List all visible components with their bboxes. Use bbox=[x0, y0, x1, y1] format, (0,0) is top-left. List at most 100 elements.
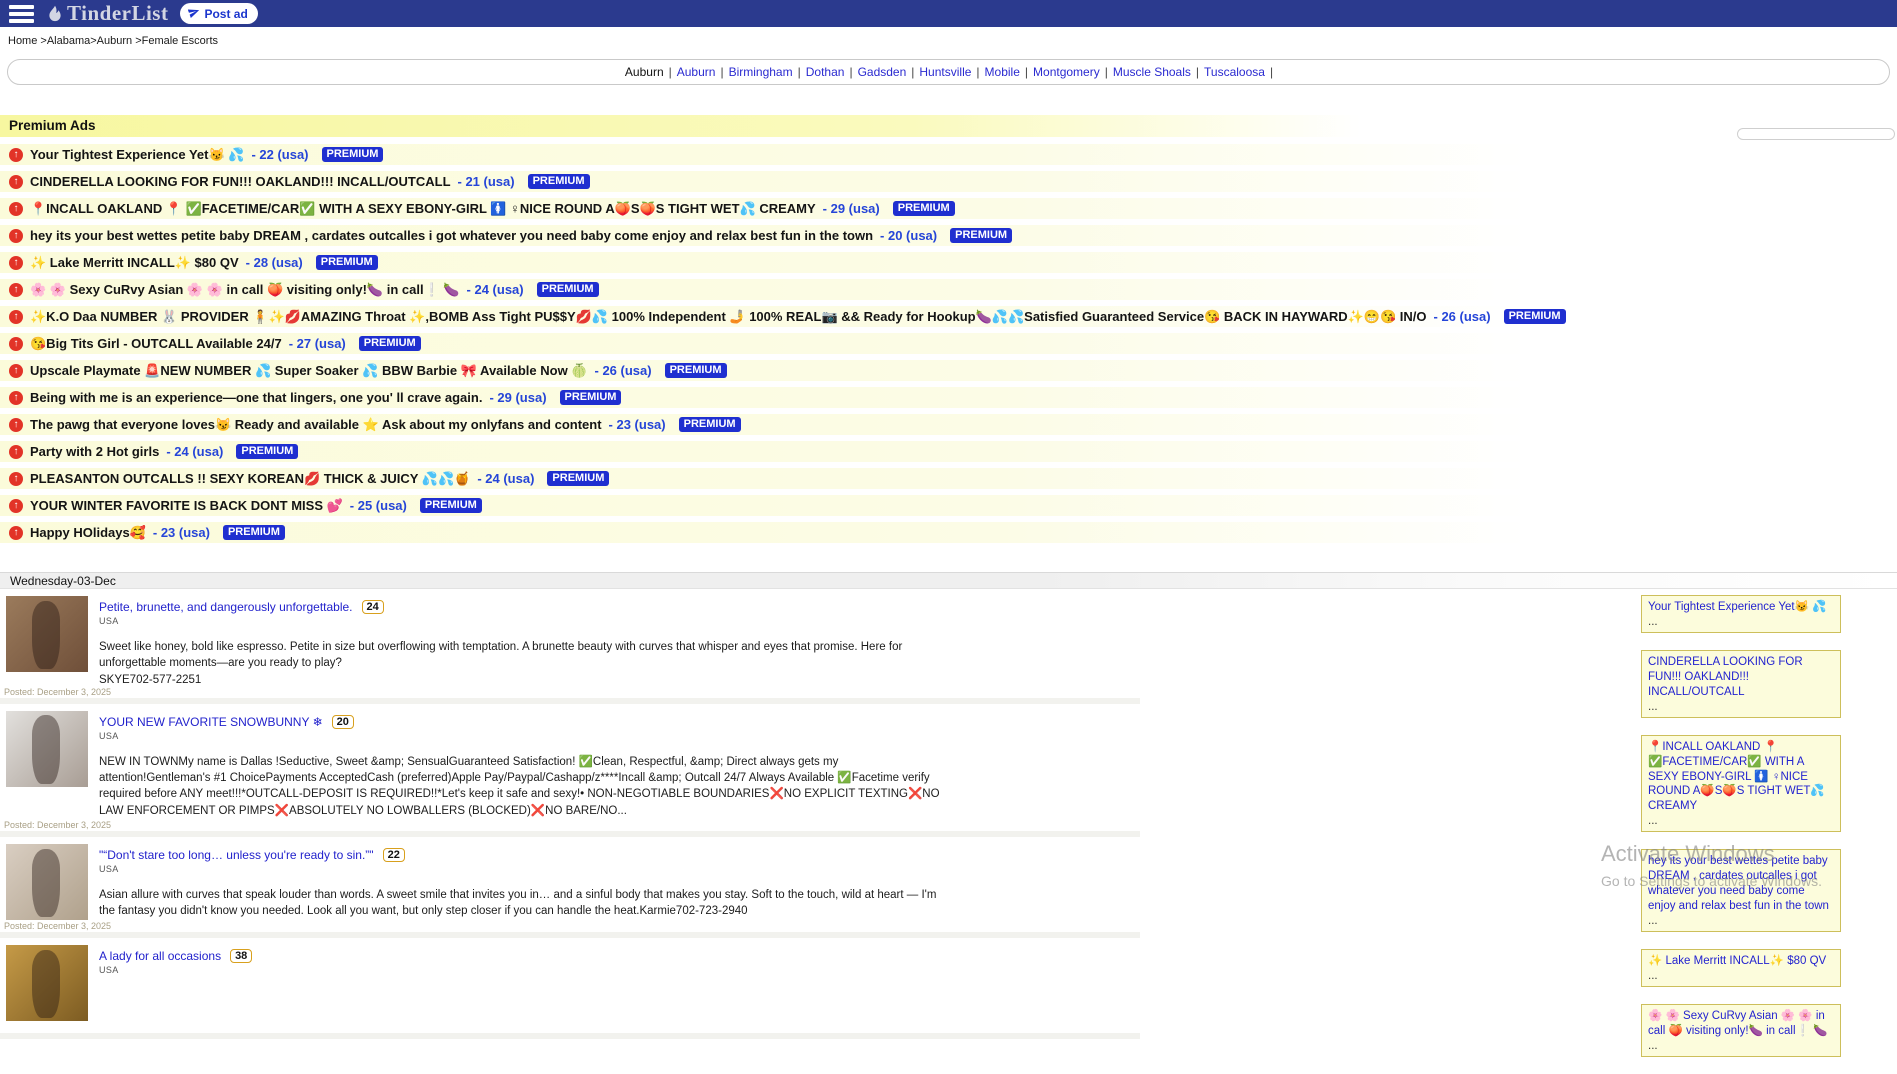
premium-ad-title-link[interactable]: The pawg that everyone loves😼 Ready and … bbox=[30, 417, 602, 433]
sidebar-ad-title-link[interactable]: 🌸 🌸 Sexy CuRvy Asian 🌸 🌸 in call 🍑 visit… bbox=[1648, 1009, 1834, 1039]
premium-ad-age-region: - 28 (usa) bbox=[246, 255, 303, 270]
listing-thumbnail[interactable] bbox=[6, 945, 88, 1021]
up-arrow-icon: ↑ bbox=[9, 526, 23, 540]
premium-ad-title-link[interactable]: Happy HOlidays🥰 bbox=[30, 525, 146, 541]
up-arrow-icon: ↑ bbox=[9, 229, 23, 243]
city-link[interactable]: Gadsden bbox=[858, 65, 907, 79]
post-ad-button[interactable]: Post ad bbox=[180, 3, 257, 24]
city-current: Auburn bbox=[625, 65, 664, 79]
sidebar-ad-title-link[interactable]: ✨ Lake Merritt INCALL✨ $80 QV bbox=[1648, 954, 1834, 969]
listing-title-row: YOUR NEW FAVORITE SNOWBUNNY ❄ 20 bbox=[99, 715, 947, 729]
premium-ads-header: Premium Ads bbox=[0, 115, 1660, 137]
sidebar-ad-title-link[interactable]: Your Tightest Experience Yet😼 💦 bbox=[1648, 600, 1834, 615]
post-ad-label: Post ad bbox=[204, 7, 247, 21]
premium-ad-row: ↑ CINDERELLA LOOKING FOR FUN!!! OAKLAND!… bbox=[0, 171, 1660, 192]
listing-content: A lady for all occasions 38 USA bbox=[99, 945, 252, 1021]
city-separator: | bbox=[720, 65, 723, 79]
listing-title-link[interactable]: YOUR NEW FAVORITE SNOWBUNNY ❄ bbox=[99, 715, 323, 729]
premium-ad-title-link[interactable]: CINDERELLA LOOKING FOR FUN!!! OAKLAND!!!… bbox=[30, 174, 451, 189]
brand-name: TinderList bbox=[67, 1, 168, 26]
listing-thumbnail[interactable] bbox=[6, 844, 88, 920]
listing-body-text: NEW IN TOWNMy name is Dallas !Seductive,… bbox=[99, 754, 947, 819]
city-link[interactable]: Mobile bbox=[985, 65, 1020, 79]
premium-ad-row: ↑ Your Tightest Experience Yet😼 💦 - 22 (… bbox=[0, 144, 1660, 165]
premium-badge: PREMIUM bbox=[665, 363, 727, 378]
premium-ad-title-link[interactable]: Being with me is an experience—one that … bbox=[30, 390, 482, 405]
sidebar-premium-links: Your Tightest Experience Yet😼 💦 ... CIND… bbox=[1641, 595, 1841, 1074]
premium-ad-row: ↑ The pawg that everyone loves😼 Ready an… bbox=[0, 414, 1660, 435]
listing-location: USA bbox=[99, 864, 947, 874]
premium-ad-row: ↑ ✨ Lake Merritt INCALL✨ $80 QV - 28 (us… bbox=[0, 252, 1660, 273]
city-link[interactable]: Montgomery bbox=[1033, 65, 1100, 79]
sidebar-ad-title-link[interactable]: 📍INCALL OAKLAND 📍 ✅FACETIME/CAR✅ WITH A … bbox=[1648, 740, 1834, 815]
listing-content: "“Don't stare too long… unless you're re… bbox=[99, 844, 947, 920]
premium-ad-title-link[interactable]: YOUR WINTER FAVORITE IS BACK DONT MISS 💕 bbox=[30, 498, 343, 514]
sidebar-ad-box: 🌸 🌸 Sexy CuRvy Asian 🌸 🌸 in call 🍑 visit… bbox=[1641, 1004, 1841, 1057]
city-link[interactable]: Huntsville bbox=[919, 65, 971, 79]
premium-badge: PREMIUM bbox=[420, 498, 482, 513]
paper-plane-icon bbox=[188, 6, 200, 21]
up-arrow-icon: ↑ bbox=[9, 418, 23, 432]
premium-badge: PREMIUM bbox=[1504, 309, 1566, 324]
brand-logo[interactable]: TinderList bbox=[46, 1, 168, 26]
sidebar-ad-box: hey its your best wettes petite baby DRE… bbox=[1641, 849, 1841, 932]
city-link[interactable]: Birmingham bbox=[729, 65, 793, 79]
sidebar-ad-box: ✨ Lake Merritt INCALL✨ $80 QV ... bbox=[1641, 949, 1841, 987]
city-link[interactable]: Muscle Shoals bbox=[1113, 65, 1191, 79]
premium-badge: PREMIUM bbox=[679, 417, 741, 432]
listing-location: USA bbox=[99, 965, 252, 975]
sidebar-ad-title-link[interactable]: CINDERELLA LOOKING FOR FUN!!! OAKLAND!!!… bbox=[1648, 655, 1834, 700]
premium-ad-title-link[interactable]: 🌸 🌸 Sexy CuRvy Asian 🌸 🌸 in call 🍑 visit… bbox=[30, 282, 460, 298]
premium-badge: PREMIUM bbox=[316, 255, 378, 270]
premium-ad-row: ↑ 📍INCALL OAKLAND 📍 ✅FACETIME/CAR✅ WITH … bbox=[0, 198, 1660, 219]
premium-ad-age-region: - 24 (usa) bbox=[467, 282, 524, 297]
premium-ad-title-link[interactable]: 📍INCALL OAKLAND 📍 ✅FACETIME/CAR✅ WITH A … bbox=[30, 201, 816, 217]
listing-title-row: Petite, brunette, and dangerously unforg… bbox=[99, 600, 947, 614]
listing-title-link[interactable]: Petite, brunette, and dangerously unforg… bbox=[99, 600, 353, 614]
listing-age-badge: 38 bbox=[230, 949, 252, 963]
premium-badge: PREMIUM bbox=[528, 174, 590, 189]
premium-ad-title-link[interactable]: PLEASANTON OUTCALLS !! SEXY KOREAN💋 THIC… bbox=[30, 471, 470, 487]
listing-title-link[interactable]: "“Don't stare too long… unless you're re… bbox=[99, 848, 374, 862]
premium-ad-title-link[interactable]: ✨ Lake Merritt INCALL✨ $80 QV bbox=[30, 255, 239, 271]
breadcrumb[interactable]: Home >Alabama>Auburn >Female Escorts bbox=[0, 27, 1897, 53]
premium-badge: PREMIUM bbox=[560, 390, 622, 405]
up-arrow-icon: ↑ bbox=[9, 256, 23, 270]
premium-badge: PREMIUM bbox=[236, 444, 298, 459]
sidebar-ad-title-link[interactable]: hey its your best wettes petite baby DRE… bbox=[1648, 854, 1834, 914]
premium-ad-age-region: - 20 (usa) bbox=[880, 228, 937, 243]
city-link[interactable]: Tuscaloosa bbox=[1204, 65, 1265, 79]
premium-ad-title-link[interactable]: 😘Big Tits Girl - OUTCALL Available 24/7 bbox=[30, 336, 282, 352]
listing-body-text: Sweet like honey, bold like espresso. Pe… bbox=[99, 639, 947, 672]
city-link[interactable]: Dothan bbox=[806, 65, 845, 79]
sidebar-ad-ellipsis: ... bbox=[1648, 1039, 1834, 1054]
premium-ad-title-link[interactable]: hey its your best wettes petite baby DRE… bbox=[30, 228, 873, 243]
up-arrow-icon: ↑ bbox=[9, 445, 23, 459]
premium-ad-title-link[interactable]: Upscale Playmate 🚨NEW NUMBER 💦 Super Soa… bbox=[30, 363, 588, 379]
listing-title-row: A lady for all occasions 38 bbox=[99, 949, 252, 963]
premium-badge: PREMIUM bbox=[547, 471, 609, 486]
listing-title-link[interactable]: A lady for all occasions bbox=[99, 949, 221, 963]
premium-badge: PREMIUM bbox=[537, 282, 599, 297]
city-link[interactable]: Auburn bbox=[677, 65, 716, 79]
premium-ad-row: ↑ YOUR WINTER FAVORITE IS BACK DONT MISS… bbox=[0, 495, 1660, 516]
premium-ad-title-link[interactable]: ✨K.O Daa NUMBER 🐰 PROVIDER 🧍✨💋AMAZING Th… bbox=[30, 309, 1427, 325]
listing-row: "“Don't stare too long… unless you're re… bbox=[0, 837, 1140, 938]
listing-title-row: "“Don't stare too long… unless you're re… bbox=[99, 848, 947, 862]
premium-ad-age-region: - 24 (usa) bbox=[477, 471, 534, 486]
premium-ad-row: ↑ hey its your best wettes petite baby D… bbox=[0, 225, 1660, 246]
listing-thumbnail[interactable] bbox=[6, 596, 88, 672]
premium-ad-title-link[interactable]: Party with 2 Hot girls bbox=[30, 444, 159, 459]
menu-icon[interactable] bbox=[9, 5, 34, 23]
premium-ad-age-region: - 27 (usa) bbox=[289, 336, 346, 351]
listing-posted-date: Posted: December 3, 2025 bbox=[4, 820, 111, 830]
city-separator: | bbox=[1196, 65, 1199, 79]
premium-ad-title-link[interactable]: Your Tightest Experience Yet😼 💦 bbox=[30, 147, 244, 163]
listing-thumbnail[interactable] bbox=[6, 711, 88, 787]
premium-ads-list: ↑ Your Tightest Experience Yet😼 💦 - 22 (… bbox=[0, 144, 1897, 543]
city-separator: | bbox=[976, 65, 979, 79]
city-nav: Auburn|Auburn|Birmingham|Dothan|Gadsden|… bbox=[7, 59, 1890, 85]
listing-body-text: Asian allure with curves that speak loud… bbox=[99, 887, 947, 920]
up-arrow-icon: ↑ bbox=[9, 175, 23, 189]
city-separator: | bbox=[1105, 65, 1108, 79]
